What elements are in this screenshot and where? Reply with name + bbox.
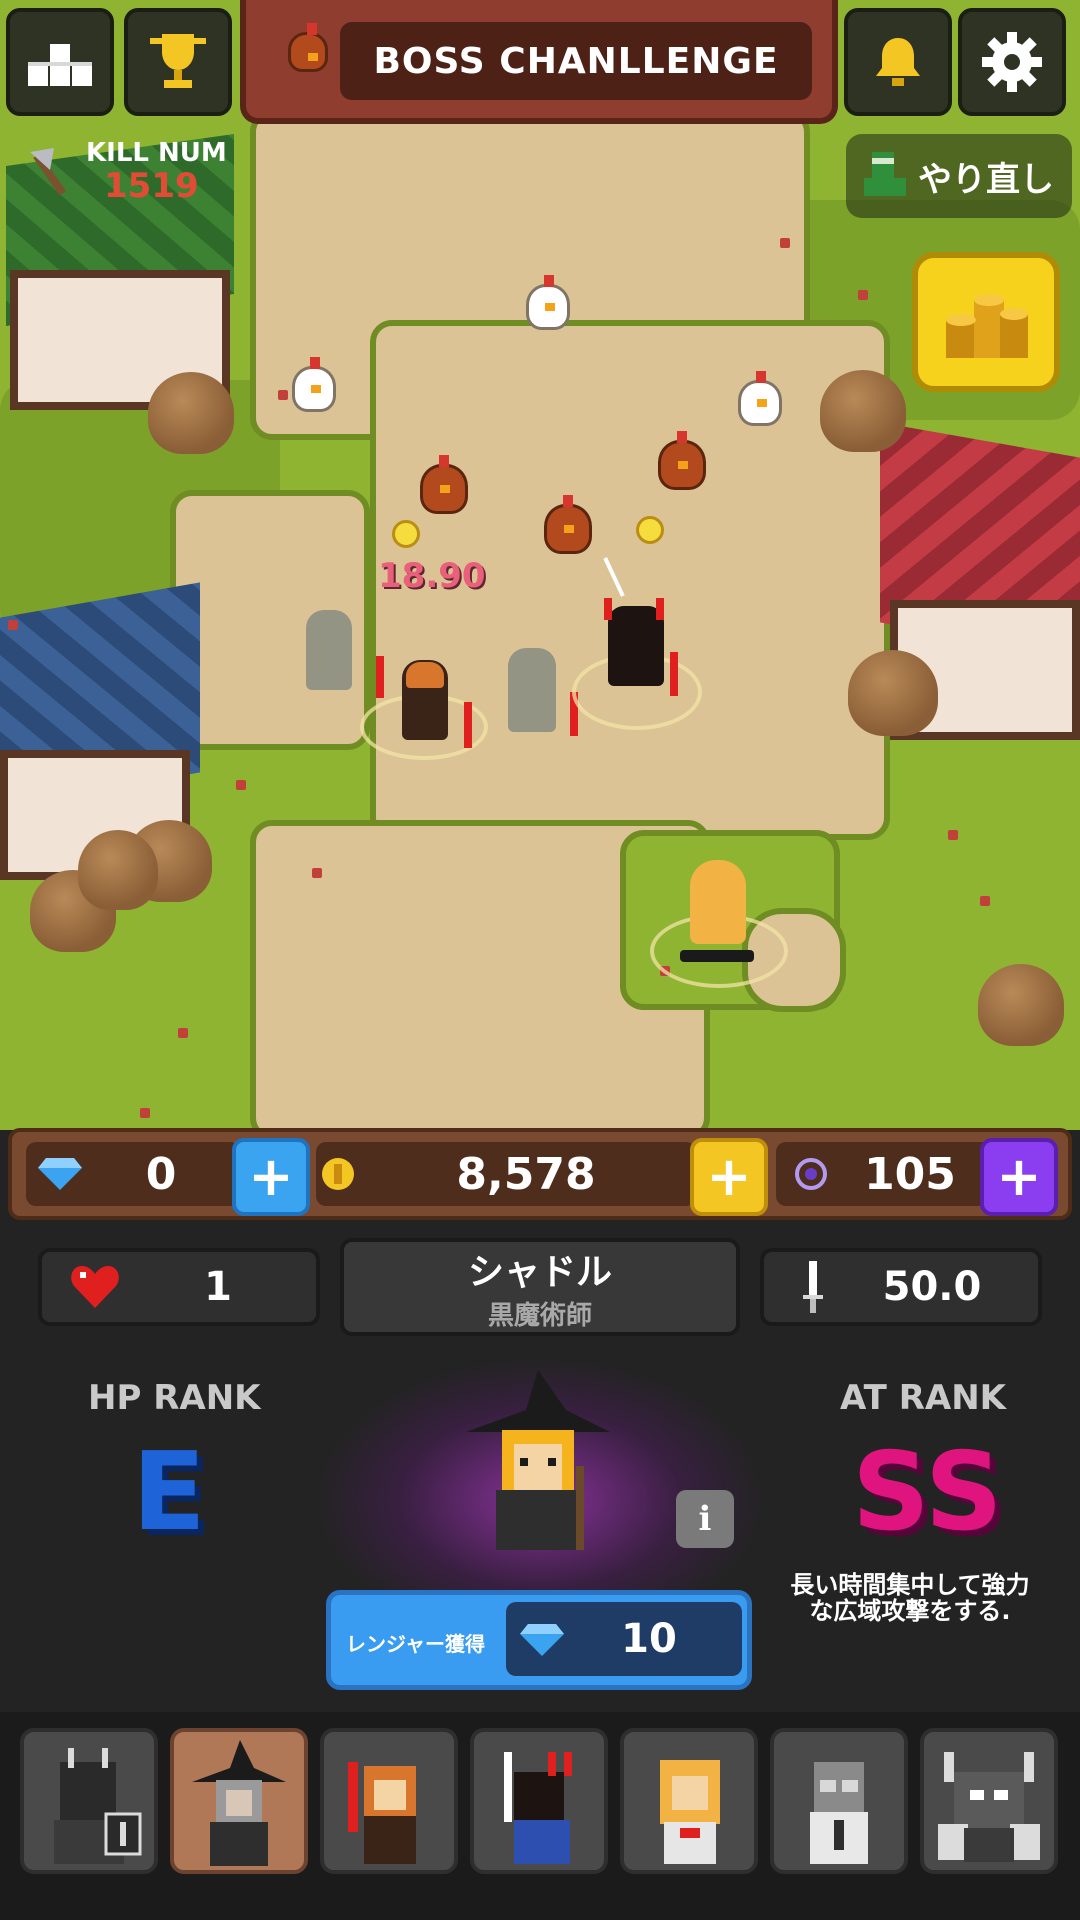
ghost-hero [508, 648, 556, 732]
gold-coin-icon [322, 1158, 354, 1190]
hp-bar [376, 656, 384, 698]
orb-count: 105 [864, 1148, 956, 1200]
ghost-hero [306, 610, 352, 690]
trophy-icon [150, 34, 206, 88]
bell-icon [876, 38, 920, 86]
heart-icon [71, 1266, 119, 1308]
character-name-box: シャドル 黒魔術師 [340, 1238, 740, 1336]
hp-bar [670, 652, 678, 696]
hero-shadow-bar [680, 950, 754, 962]
roster-slot-scientist[interactable] [770, 1728, 908, 1874]
white-chicken-enemy[interactable] [526, 275, 570, 330]
hp-value: 1 [204, 1264, 232, 1310]
gear-icon [982, 32, 1042, 92]
coin-collect-button[interactable] [912, 252, 1060, 392]
gem-icon [520, 1624, 564, 1656]
roster-slot-blonde-ranger[interactable] [620, 1728, 758, 1874]
horned-robot-icon [938, 1752, 1040, 1862]
skill-description: 長い時間集中して強力な広域攻撃をする. [790, 1571, 1030, 1625]
boss-challenge-title[interactable]: BOSS CHANLLENGE [340, 22, 812, 100]
acquire-ranger-label: レンジャー獲得 [346, 1632, 485, 1656]
gem-counter: 0 [26, 1142, 240, 1206]
gem-icon [38, 1158, 82, 1190]
horn [656, 598, 664, 620]
flower [278, 390, 288, 400]
axe-icon [30, 148, 67, 196]
damage-number: 18.90 [378, 556, 486, 596]
hero-hair [406, 662, 444, 688]
sword-icon [803, 1261, 823, 1313]
podium-icon [28, 44, 92, 86]
flower [236, 780, 246, 790]
hp-stat: 1 [38, 1248, 320, 1326]
dark-knight-icon [54, 1748, 142, 1864]
hay-pile [848, 650, 938, 736]
at-rank-value: SS [852, 1430, 1003, 1555]
hay-pile [78, 830, 158, 910]
scientist-icon [810, 1762, 868, 1864]
character-class: 黒魔術師 [487, 1300, 592, 1331]
add-orbs-button[interactable]: + [980, 1138, 1058, 1216]
chick-enemy[interactable] [636, 516, 664, 544]
brown-chicken-enemy[interactable] [544, 495, 592, 554]
flower [8, 620, 18, 630]
notification-button[interactable] [844, 8, 952, 116]
roster-slot-horned-robot[interactable] [920, 1728, 1058, 1874]
info-button[interactable]: i [676, 1490, 734, 1548]
gem-count: 0 [145, 1148, 177, 1200]
character-name: シャドル [467, 1251, 612, 1293]
roster-slot-horned-swordsman[interactable] [470, 1728, 608, 1874]
chick-enemy[interactable] [392, 520, 420, 548]
horn [604, 598, 612, 620]
kill-num-value: 1519 [104, 166, 199, 206]
white-chicken-enemy[interactable] [738, 371, 782, 426]
blonde-ranger-icon [660, 1760, 720, 1864]
brown-chicken-enemy[interactable] [420, 455, 468, 514]
at-rank-label: AT RANK [840, 1378, 1006, 1418]
roster-slot-black-mage[interactable] [170, 1728, 308, 1874]
hay-pile [978, 964, 1064, 1046]
hay-pile [820, 370, 906, 452]
flower [858, 290, 868, 300]
acquire-cost-box: 10 [506, 1602, 742, 1676]
gold-counter: 8,578 [316, 1142, 696, 1206]
roster-slot-red-sword-girl[interactable] [320, 1728, 458, 1874]
flower [312, 868, 322, 878]
horned-swordsman-icon [504, 1752, 572, 1864]
chicken-icon [288, 22, 328, 72]
brown-chicken-enemy[interactable] [658, 431, 706, 490]
trophy-button[interactable] [124, 8, 232, 116]
settings-button[interactable] [958, 8, 1066, 116]
add-gold-button[interactable]: + [690, 1138, 768, 1216]
flower [980, 896, 990, 906]
black-mage-icon [192, 1740, 286, 1866]
flower [140, 1108, 150, 1118]
attack-value: 50.0 [882, 1264, 982, 1310]
hp-bar [464, 702, 472, 748]
white-chicken-enemy[interactable] [292, 357, 336, 412]
redo-label: やり直し [918, 159, 1054, 200]
boot-icon [864, 152, 906, 196]
red-sword-girl-icon [348, 1762, 416, 1864]
add-gems-button[interactable]: + [232, 1138, 310, 1216]
kill-num-label: KILL NUM [86, 138, 227, 168]
orb-counter: 105 [776, 1142, 992, 1206]
flower [178, 1028, 188, 1038]
hay-pile [148, 372, 234, 454]
redo-button[interactable]: やり直し [846, 134, 1072, 218]
orb-icon [795, 1158, 827, 1190]
flower [780, 238, 790, 248]
blonde-hero[interactable] [690, 860, 746, 944]
gold-count: 8,578 [456, 1148, 596, 1200]
gold-coins-icon [946, 294, 1028, 358]
attack-stat: 50.0 [760, 1248, 1042, 1326]
hp-rank-label: HP RANK [88, 1378, 261, 1418]
roster-slot-dark-knight[interactable] [20, 1728, 158, 1874]
podium-button[interactable] [6, 8, 114, 116]
hp-rank-value: E [132, 1430, 206, 1555]
flower [948, 830, 958, 840]
black-mage-portrait[interactable] [456, 1370, 620, 1554]
